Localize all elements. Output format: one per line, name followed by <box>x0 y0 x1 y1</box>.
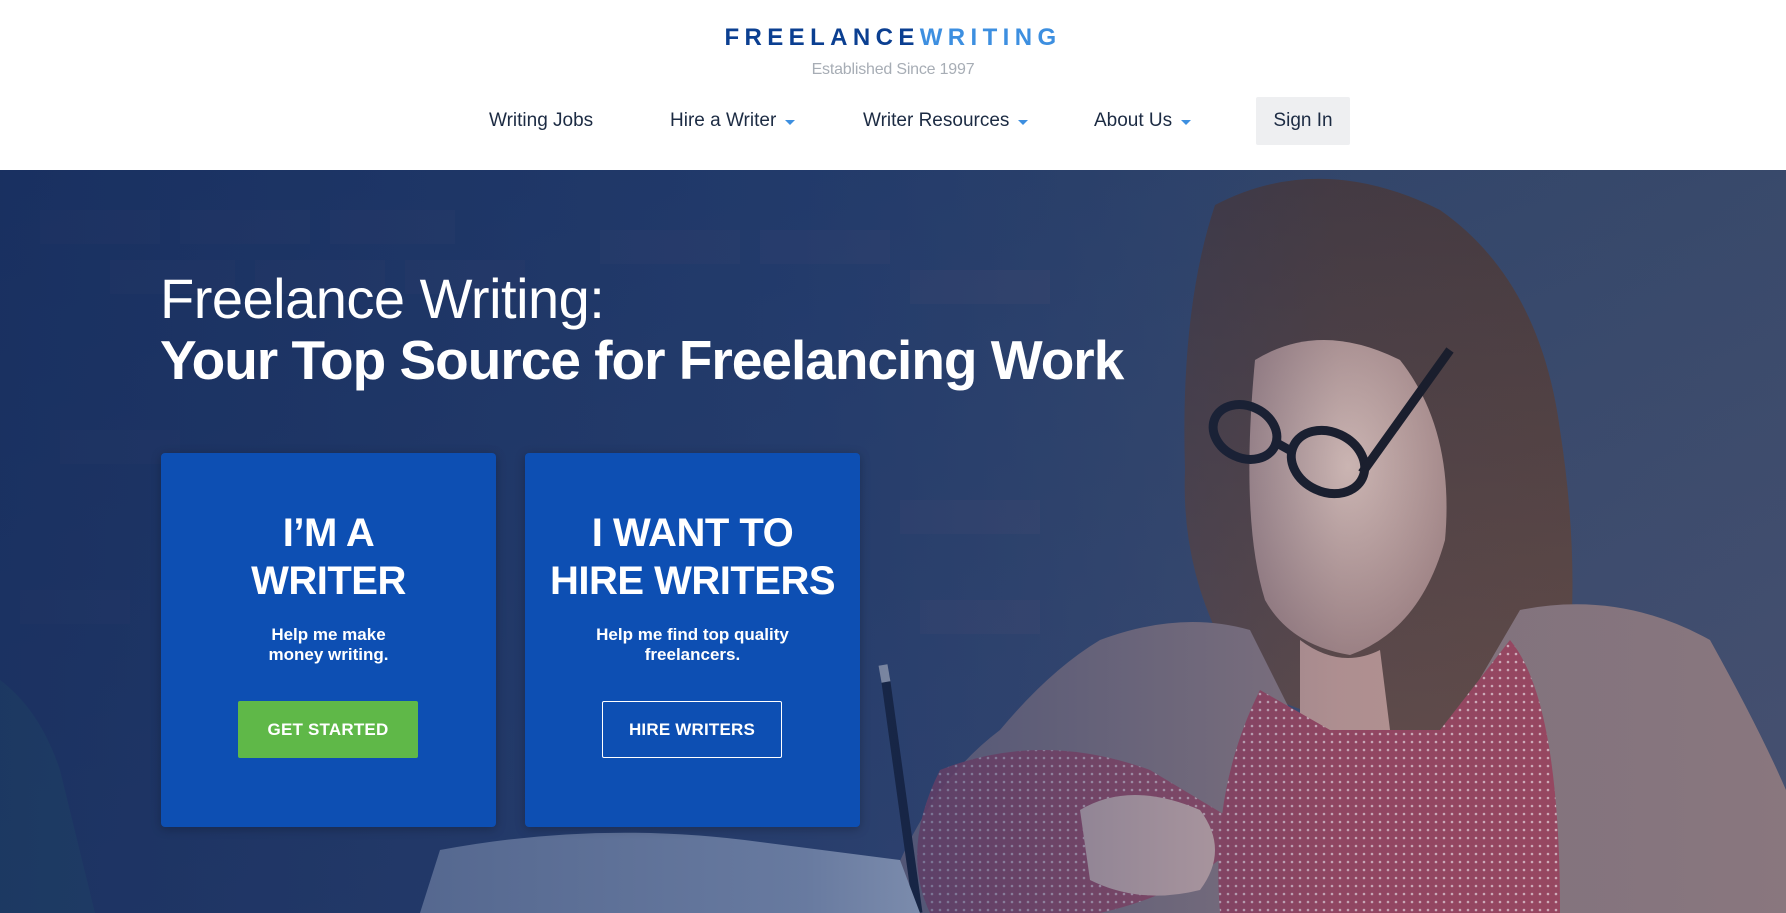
nav-item-writing-jobs[interactable]: Writing Jobs <box>489 110 593 132</box>
hire-writers-button[interactable]: HIRE WRITERS <box>602 701 782 758</box>
writer-card-subtitle-line1: Help me make <box>271 625 386 644</box>
hire-card-subtitle-line2: freelancers. <box>644 645 741 664</box>
get-started-button[interactable]: GET STARTED <box>238 701 418 758</box>
hire-card-subtitle: Help me find top quality freelancers. <box>525 625 860 665</box>
hire-card-title-line2: HIRE WRITERS <box>549 559 836 603</box>
writer-card: I’M A WRITER Help me make money writing.… <box>161 453 496 827</box>
nav-item-label: About Us <box>1094 110 1173 131</box>
nav-item-label: Writing Jobs <box>489 110 594 131</box>
writer-card-title: I’M A WRITER <box>161 509 496 605</box>
nav-item-label: Hire a Writer <box>670 110 777 131</box>
site-logo[interactable]: FREELANCEWRITING <box>0 24 1786 52</box>
caret-down-icon <box>1018 119 1029 125</box>
writer-card-title-line2: WRITER <box>251 559 406 603</box>
hire-card-title: I WANT TO HIRE WRITERS <box>525 509 860 605</box>
nav-item-label: Writer Resources <box>863 110 1010 131</box>
caret-down-icon <box>1181 119 1192 125</box>
hero-title-line1: Freelance Writing: <box>160 267 605 330</box>
nav-item-about-us[interactable]: About Us <box>1094 110 1192 132</box>
hire-card-title-line1: I WANT TO <box>591 511 794 555</box>
sign-in-button[interactable]: Sign In <box>1256 97 1350 145</box>
logo-text-freelance: FREELANCE <box>724 24 920 51</box>
site-header: FREELANCEWRITING Established Since 1997 … <box>0 0 1786 170</box>
hero-title-line2: Your Top Source for Freelancing Work <box>160 329 1124 391</box>
writer-card-subtitle-line2: money writing. <box>268 645 389 664</box>
nav-item-writer-resources[interactable]: Writer Resources <box>863 110 1029 132</box>
hero-section: Freelance Writing: Your Top Source for F… <box>0 170 1786 913</box>
writer-card-title-line1: I’M A <box>282 511 375 555</box>
nav-item-hire-a-writer[interactable]: Hire a Writer <box>670 110 796 132</box>
caret-down-icon <box>785 119 796 125</box>
hire-card-subtitle-line1: Help me find top quality <box>596 625 789 644</box>
site-tagline: Established Since 1997 <box>811 61 975 78</box>
hire-writers-card: I WANT TO HIRE WRITERS Help me find top … <box>525 453 860 827</box>
logo-text-writing: WRITING <box>919 24 1062 51</box>
writer-card-subtitle: Help me make money writing. <box>161 625 496 665</box>
